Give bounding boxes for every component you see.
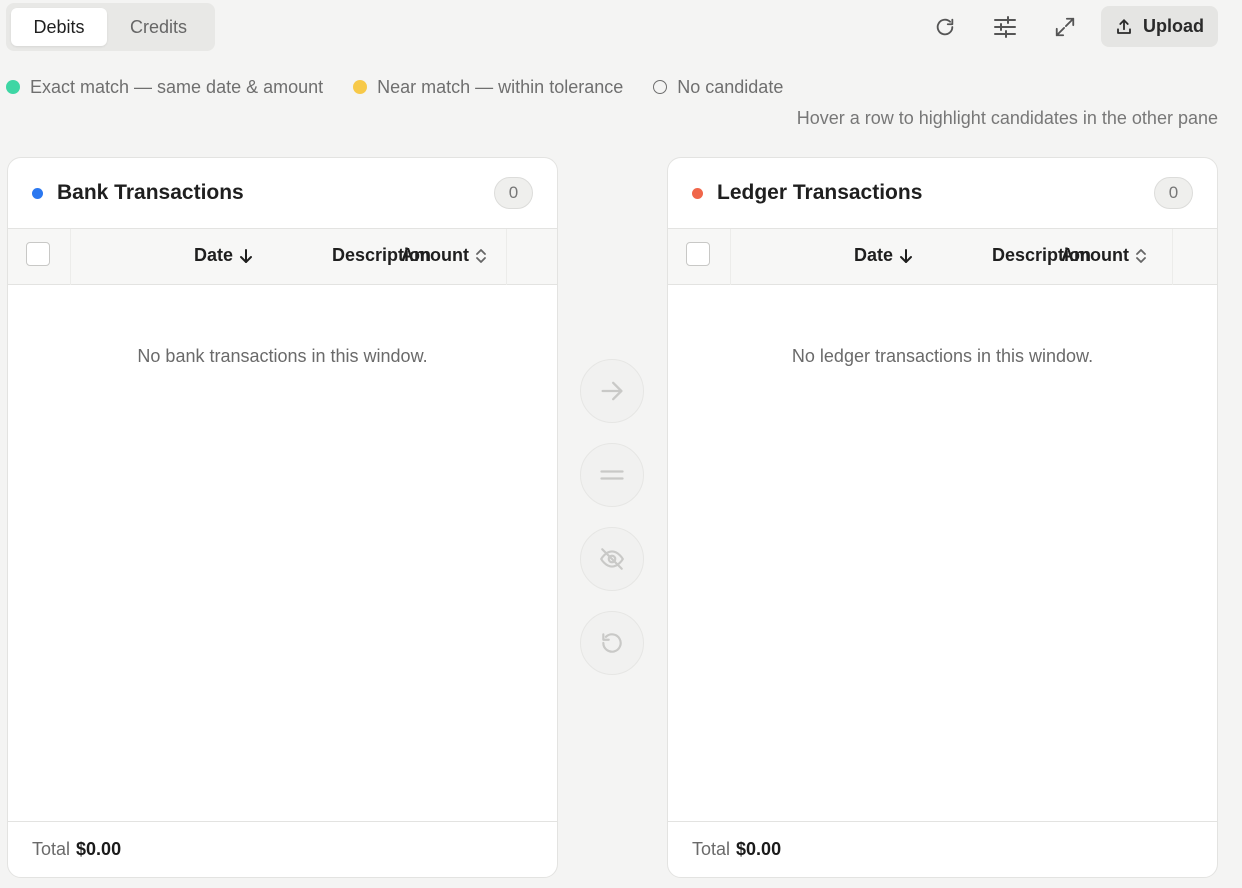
undo-icon <box>602 633 622 653</box>
bank-count-badge: 0 <box>494 177 533 209</box>
ledger-empty-message: No ledger transactions in this window. <box>791 346 1094 366</box>
ledger-dot-icon <box>692 187 703 199</box>
eye-off-icon <box>600 548 624 570</box>
exact-match-dot-icon <box>6 80 20 94</box>
hover-hint: Hover a row to highlight candidates in t… <box>796 108 1218 128</box>
reconciliation-view: Debits Credits Upload Exact match — same… <box>0 0 1242 888</box>
equal-match-button[interactable] <box>580 443 644 507</box>
bank-total-label: Total <box>32 839 71 859</box>
expand-icon <box>1055 17 1075 37</box>
bank-select-all-checkbox[interactable] <box>26 242 50 266</box>
sort-both-icon <box>1136 248 1146 263</box>
debit-credit-toggle: Debits Credits <box>6 3 215 51</box>
sort-down-icon <box>240 248 253 263</box>
ledger-total-value: $0.00 <box>736 839 782 859</box>
sliders-icon <box>994 16 1016 38</box>
legend-exact: Exact match — same date & amount <box>6 77 323 98</box>
ignore-button[interactable] <box>580 527 644 591</box>
ledger-count-badge: 0 <box>1154 177 1193 209</box>
column-divider <box>506 229 507 285</box>
bank-total-value: $0.00 <box>76 839 122 859</box>
ledger-panel: Ledger Transactions 0 Date Description A… <box>667 157 1218 878</box>
column-divider <box>1172 229 1173 285</box>
tab-credits[interactable]: Credits <box>107 8 210 46</box>
undo-button[interactable] <box>580 611 644 675</box>
bank-panel: Bank Transactions 0 Date Description Amo… <box>7 157 558 878</box>
tab-debits[interactable]: Debits <box>11 8 108 46</box>
legend-near: Near match — within tolerance <box>353 77 623 98</box>
bank-col-amount-label: Amount <box>401 245 469 265</box>
bank-panel-title: Bank Transactions <box>57 181 244 204</box>
refresh-button[interactable] <box>925 7 965 47</box>
bank-empty-message: No bank transactions in this window. <box>137 346 428 366</box>
filters-button[interactable] <box>985 7 1025 47</box>
sort-both-icon <box>476 248 486 263</box>
bank-dot-icon <box>32 187 43 199</box>
ledger-col-date-label: Date <box>854 245 894 265</box>
ledger-panel-title: Ledger Transactions <box>717 181 923 204</box>
legend-exact-label: Exact match — same date & amount <box>30 76 324 97</box>
ledger-col-amount-label: Amount <box>1061 245 1129 265</box>
legend-none: No candidate <box>653 77 783 98</box>
refresh-icon <box>936 18 954 36</box>
upload-icon <box>1117 18 1131 34</box>
column-divider <box>730 229 731 285</box>
near-match-dot-icon <box>353 80 368 94</box>
upload-label: Upload <box>1143 16 1204 36</box>
ledger-table-header: Date Description Amount <box>668 228 1217 285</box>
equals-icon <box>600 470 624 480</box>
bank-col-date[interactable]: Date <box>194 245 253 266</box>
no-candidate-circle-icon <box>653 80 668 94</box>
match-arrow-button[interactable] <box>580 359 644 423</box>
legend-none-label: No candidate <box>677 76 784 97</box>
ledger-select-all-checkbox[interactable] <box>686 242 710 266</box>
bank-footer: Total $0.00 <box>8 821 557 877</box>
ledger-panel-header: Ledger Transactions 0 <box>668 158 1217 228</box>
legend-near-label: Near match — within tolerance <box>377 76 624 97</box>
expand-button[interactable] <box>1045 7 1085 47</box>
ledger-total-label: Total <box>692 839 731 859</box>
ledger-col-amount[interactable]: Amount <box>1061 245 1147 266</box>
bank-col-date-label: Date <box>194 245 234 265</box>
ledger-col-date[interactable]: Date <box>854 245 913 266</box>
match-legend: Exact match — same date & amount Near ma… <box>6 74 813 100</box>
ledger-footer: Total $0.00 <box>668 821 1217 877</box>
bank-table-header: Date Description Amount <box>8 228 557 285</box>
sort-down-icon <box>900 248 913 263</box>
upload-button[interactable]: Upload <box>1101 6 1218 47</box>
bank-panel-header: Bank Transactions 0 <box>8 158 557 228</box>
bank-col-amount[interactable]: Amount <box>401 245 487 266</box>
column-divider <box>70 229 71 285</box>
arrow-right-icon <box>601 381 623 401</box>
